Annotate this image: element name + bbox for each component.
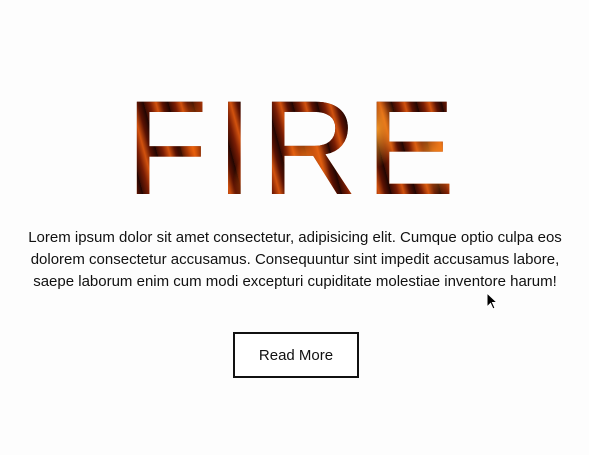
mouse-pointer-icon — [486, 292, 498, 310]
read-more-button[interactable]: Read More — [233, 332, 359, 378]
hero-section: FIRE Lorem ipsum dolor sit amet consecte… — [0, 0, 589, 455]
fire-title: FIRE — [0, 82, 589, 216]
hero-description: Lorem ipsum dolor sit amet consectetur, … — [28, 229, 562, 290]
